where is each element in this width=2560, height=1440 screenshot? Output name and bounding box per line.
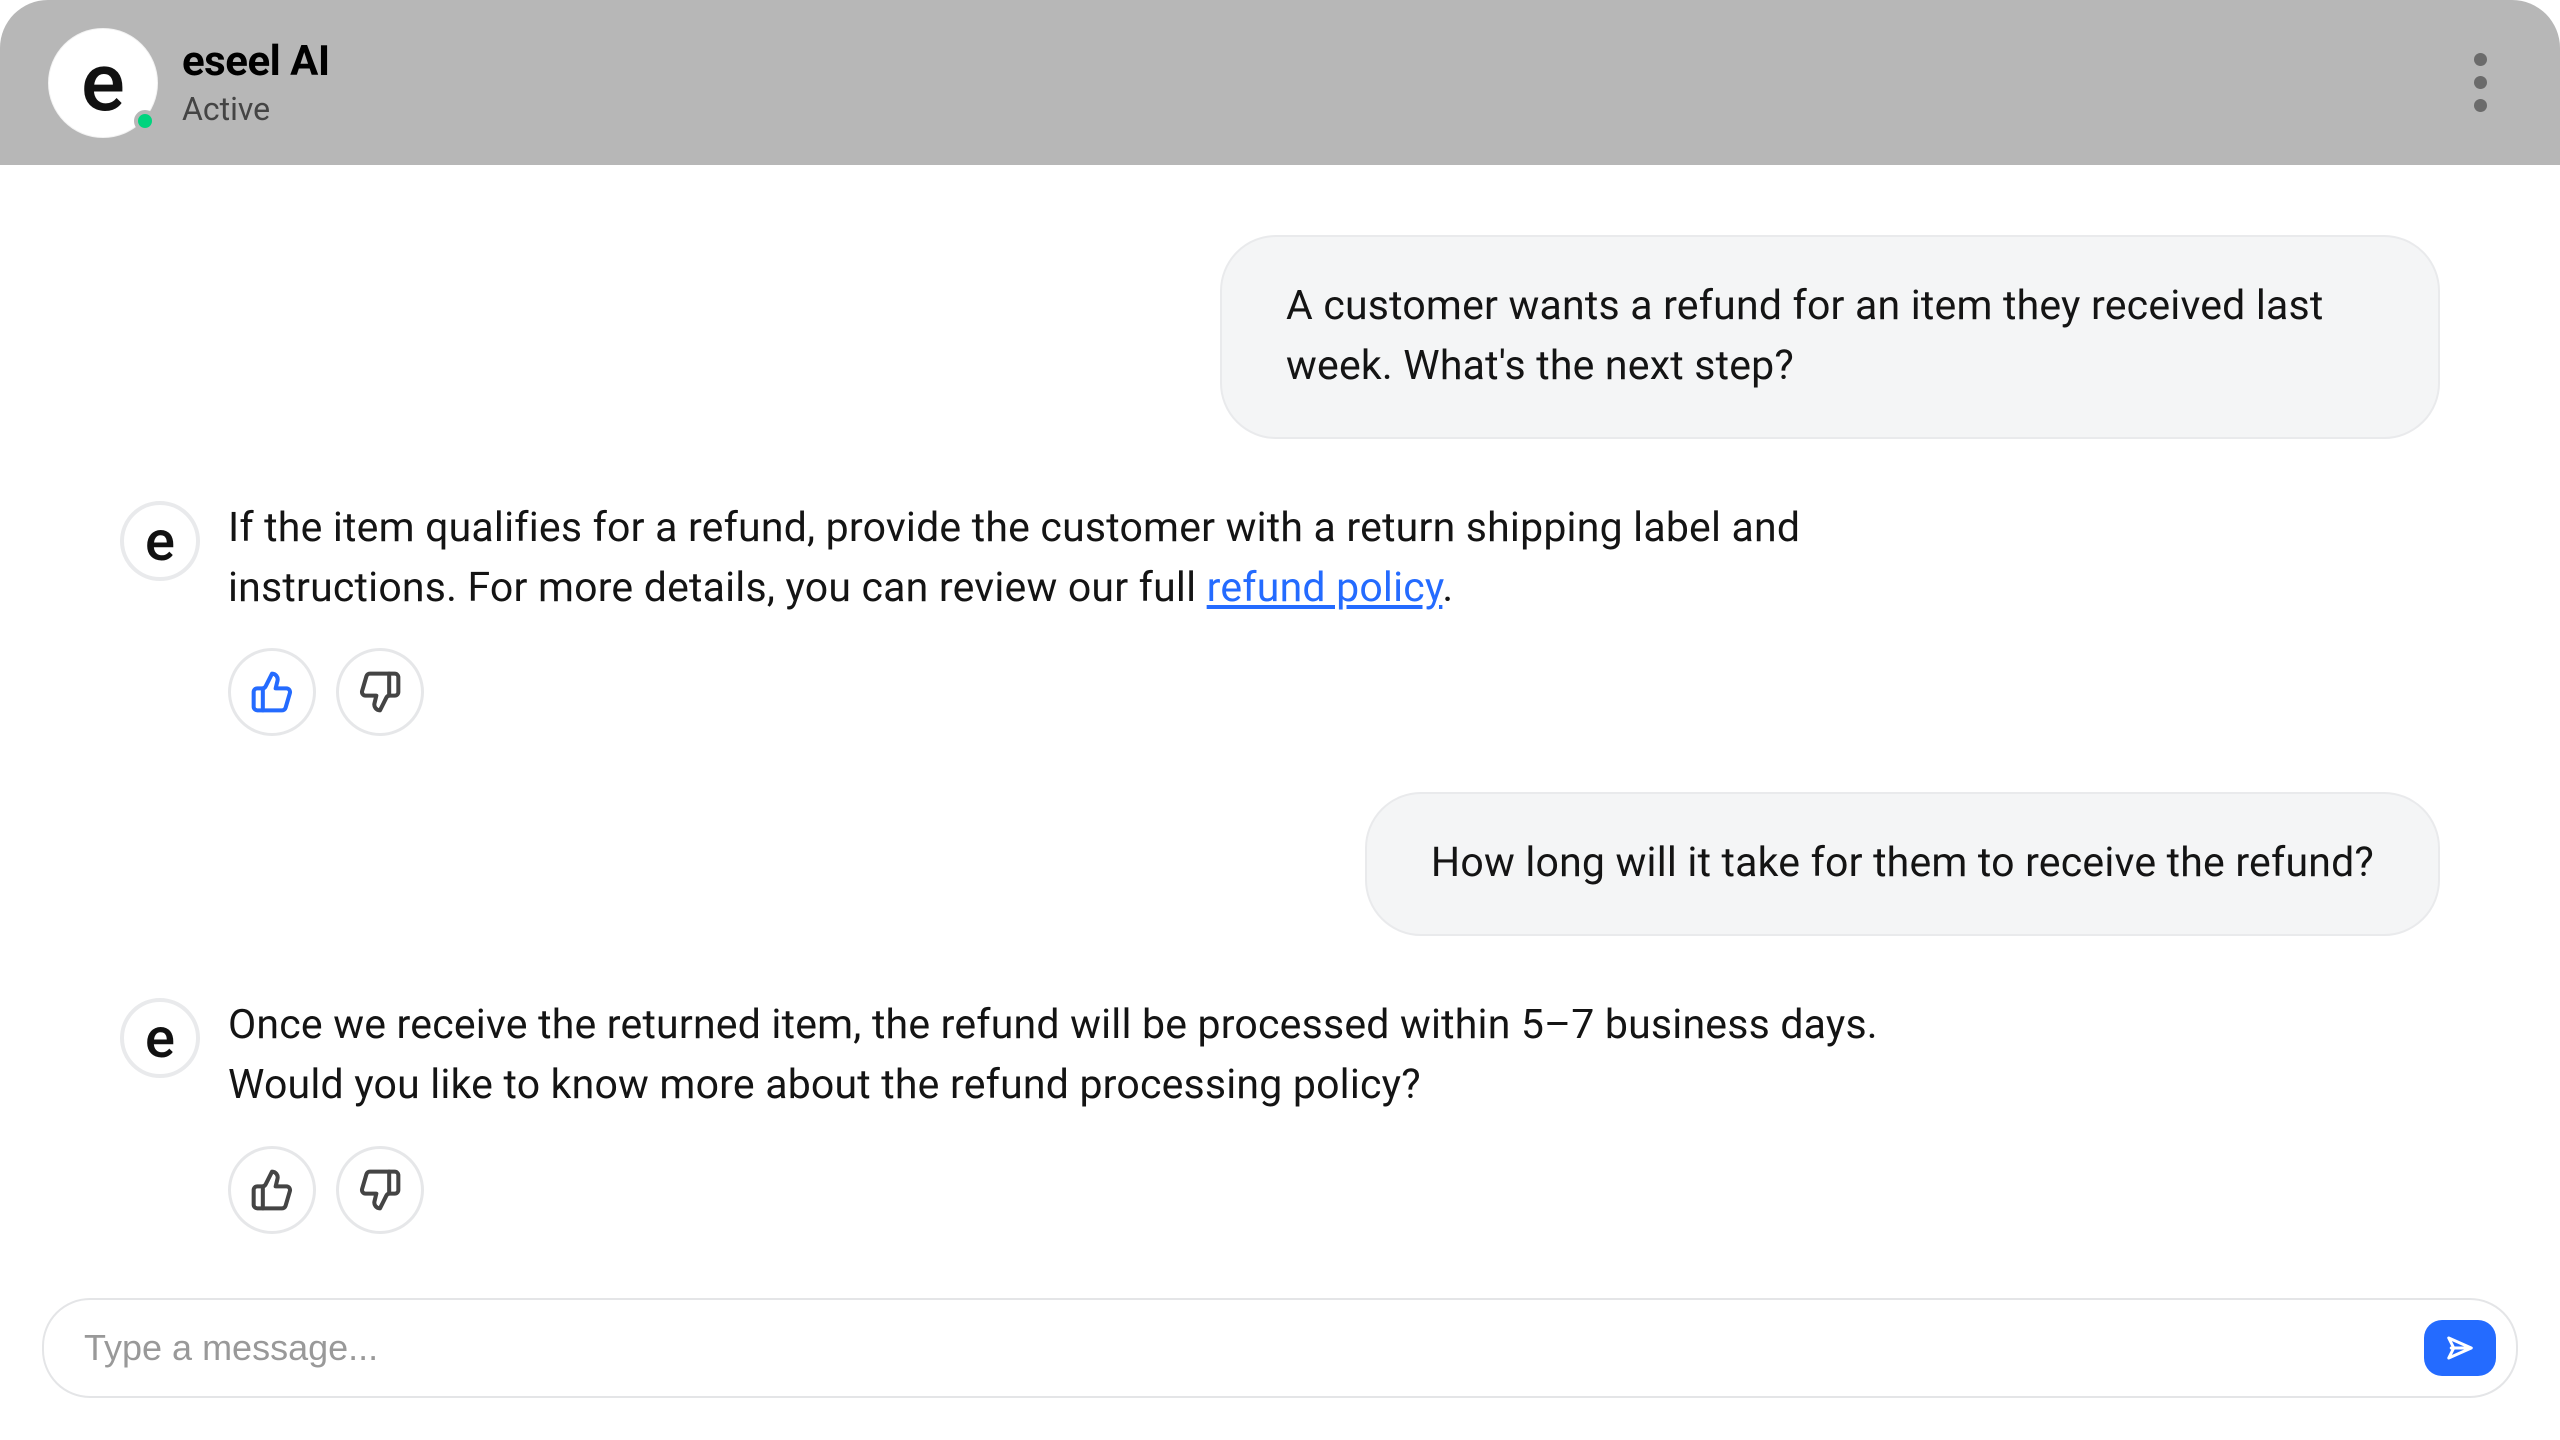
thumbs-down-button[interactable]	[336, 648, 424, 736]
user-message-text: How long will it take for them to receiv…	[1431, 839, 2374, 887]
chat-status: Active	[182, 90, 330, 128]
bot-message-text: If the item qualifies for a refund, prov…	[228, 495, 1878, 619]
bot-message-avatar: e	[120, 998, 200, 1078]
chat-title: eseel AI	[182, 37, 330, 86]
message-thread: A customer wants a refund for an item th…	[0, 165, 2560, 1274]
bot-text-segment: If the item qualifies for a refund, prov…	[228, 504, 1800, 612]
feedback-row	[228, 648, 1878, 736]
thumbs-up-icon	[250, 670, 294, 714]
bot-avatar-glyph: e	[145, 1010, 175, 1066]
refund-policy-link[interactable]: refund policy	[1207, 564, 1443, 612]
bot-avatar-glyph: e	[145, 513, 175, 569]
composer-area	[42, 1298, 2518, 1398]
user-message-bubble: How long will it take for them to receiv…	[1365, 792, 2440, 936]
bot-message-avatar: e	[120, 501, 200, 581]
bot-message-body: Once we receive the returned item, the r…	[228, 992, 1878, 1234]
chat-window: e eseel AI Active A customer wants a ref…	[0, 0, 2560, 1440]
feedback-row	[228, 1146, 1878, 1234]
thumbs-up-button[interactable]	[228, 648, 316, 736]
thumbs-up-icon	[250, 1168, 294, 1212]
bot-message-body: If the item qualifies for a refund, prov…	[228, 495, 1878, 737]
message-row-user: How long will it take for them to receiv…	[120, 792, 2440, 936]
more-vertical-icon	[2474, 53, 2487, 112]
user-message-text: A customer wants a refund for an item th…	[1286, 282, 2324, 390]
header-meta: eseel AI Active	[182, 37, 330, 128]
message-row-user: A customer wants a refund for an item th…	[120, 235, 2440, 439]
user-message-bubble: A customer wants a refund for an item th…	[1220, 235, 2440, 439]
bot-message-text: Once we receive the returned item, the r…	[228, 992, 1878, 1116]
presence-indicator	[134, 110, 156, 132]
message-input[interactable]	[84, 1327, 2400, 1369]
bot-text-segment: .	[1442, 564, 1453, 612]
message-row-bot: e If the item qualifies for a refund, pr…	[120, 495, 2440, 737]
thumbs-down-icon	[358, 1168, 402, 1212]
thumbs-up-button[interactable]	[228, 1146, 316, 1234]
bot-avatar-wrap: e	[48, 28, 158, 138]
chat-header: e eseel AI Active	[0, 0, 2560, 165]
menu-button[interactable]	[2448, 51, 2512, 115]
bot-avatar-glyph: e	[81, 42, 125, 124]
send-icon	[2445, 1333, 2475, 1363]
send-button[interactable]	[2424, 1320, 2496, 1376]
thumbs-down-icon	[358, 670, 402, 714]
message-row-bot: e Once we receive the returned item, the…	[120, 992, 2440, 1234]
composer	[42, 1298, 2518, 1398]
thumbs-down-button[interactable]	[336, 1146, 424, 1234]
